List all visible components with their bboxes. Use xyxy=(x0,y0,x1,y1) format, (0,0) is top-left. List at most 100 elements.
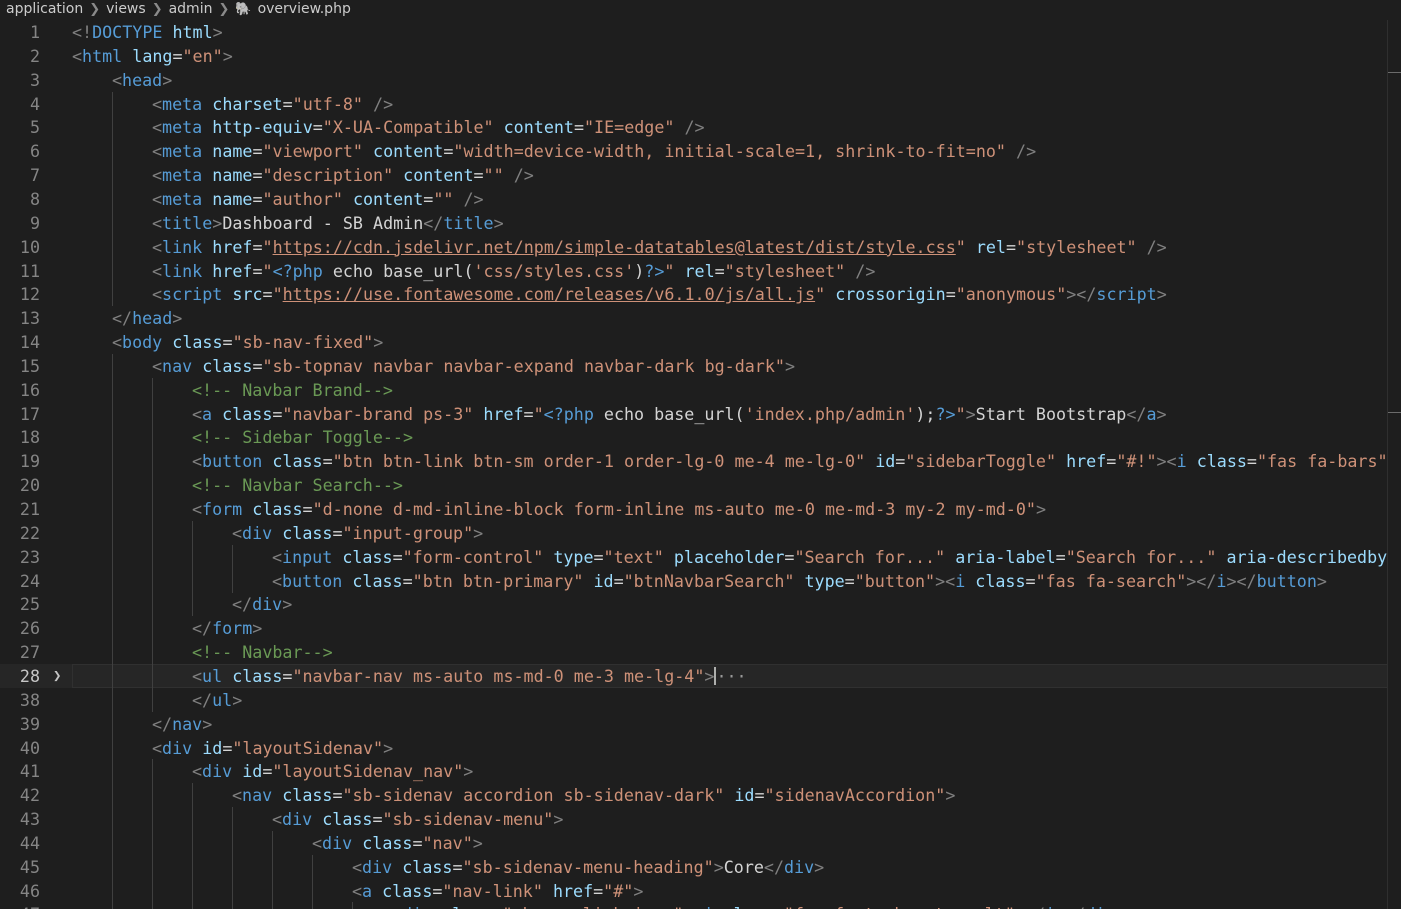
vertical-scrollbar[interactable] xyxy=(1387,20,1401,909)
code-line[interactable]: 10 <link href="https://cdn.jsdelivr.net/n… xyxy=(0,234,1388,259)
code-line[interactable]: 9 <title>Dashboard - SB Admin</title> xyxy=(0,210,1388,235)
breadcrumb-item-application[interactable]: application xyxy=(6,1,83,17)
token-br: </ xyxy=(192,618,213,639)
token-str: "stylesheet" xyxy=(724,260,846,281)
code-line[interactable]: 27 <!-- Navbar--> xyxy=(0,640,1388,665)
code-line[interactable]: 3 <head> xyxy=(0,68,1388,92)
line-number: 16 xyxy=(19,379,40,400)
code-text: <script src="https://use.fontawesome.com… xyxy=(152,282,1167,306)
token-php: <?php xyxy=(272,260,323,281)
code-line[interactable]: 28 ❯ <ul class="navbar-nav ms-auto ms-md-0… xyxy=(0,663,1388,688)
token-br: < xyxy=(272,546,283,567)
chevron-right-icon[interactable]: ❯ xyxy=(53,664,61,688)
breadcrumb-file[interactable]: overview.php xyxy=(258,1,351,17)
code-line[interactable]: 13 </head> xyxy=(0,306,1388,330)
token-attr: placeholder xyxy=(673,546,785,567)
code-text: <div class="nav"> xyxy=(312,831,483,855)
token-php: ?> xyxy=(644,260,665,281)
token-str: "btn btn-link btn-sm order-1 order-lg-0 … xyxy=(332,451,866,472)
code-line[interactable]: 26 </form> xyxy=(0,616,1388,641)
code-line[interactable]: 15 <nav class="sb-topnav navbar navbar-ex… xyxy=(0,353,1388,378)
token-tag: div xyxy=(362,856,393,877)
code-line[interactable]: 6 <meta name="viewport" content="width=de… xyxy=(0,139,1388,164)
code-line[interactable]: 7 <meta name="description" content="" /> xyxy=(0,163,1388,188)
token-attr: class xyxy=(402,856,453,877)
indent-guide xyxy=(232,854,233,879)
token-txt: = xyxy=(443,141,454,162)
code-line[interactable]: 44 <div class="nav"> xyxy=(0,830,1388,855)
code-line[interactable]: 1 <!DOCTYPE html> xyxy=(0,20,1388,44)
token-attr: content xyxy=(403,165,474,186)
code-editor[interactable]: 1 <!DOCTYPE html> 2 <html lang="en"> 3 <head>… xyxy=(0,20,1388,909)
token-url[interactable]: https://cdn.jsdelivr.net/npm/simple-data… xyxy=(273,237,956,257)
code-line[interactable]: 24 <button class="btn btn-primary" id="bt… xyxy=(0,568,1388,593)
token-txt: = xyxy=(322,451,333,472)
indent-guide xyxy=(112,163,113,188)
token-tag: div xyxy=(242,522,273,543)
token-br: </ xyxy=(112,308,133,329)
code-line[interactable]: 41 <div id="layoutSidenav_nav"> xyxy=(0,759,1388,784)
token-br: > xyxy=(713,856,724,877)
code-text: <form class="d-none d-md-inline-block fo… xyxy=(192,497,1046,521)
code-line[interactable]: 23 <input class="form-control" type="text… xyxy=(0,544,1388,569)
code-line[interactable]: 38 </ul> xyxy=(0,687,1388,712)
code-line[interactable]: 11 <link href="<?php echo base_url('css/s… xyxy=(0,258,1388,283)
code-line[interactable]: 40 <div id="layoutSidenav"> xyxy=(0,735,1388,760)
indent-guide xyxy=(152,830,153,855)
token-br: </ xyxy=(192,689,213,710)
code-line[interactable]: 5 <meta http-equiv="X-UA-Compatible" cont… xyxy=(0,115,1388,140)
token-str: "btnNavbarSearch" xyxy=(623,570,795,591)
token-url[interactable]: https://use.fontawesome.com/releases/v6.… xyxy=(283,284,815,304)
code-line[interactable]: 46 <a class="nav-link" href="#"> xyxy=(0,878,1388,903)
indent-guide xyxy=(112,91,113,116)
token-txt: = xyxy=(332,785,343,806)
code-line[interactable]: 14 <body class="sb-nav-fixed"> xyxy=(0,330,1388,354)
code-line[interactable]: 12 <script src="https://use.fontawesome.c… xyxy=(0,282,1388,307)
token-attr: aria-label xyxy=(955,546,1056,567)
code-line[interactable]: 2 <html lang="en"> xyxy=(0,44,1388,68)
token-attr: class xyxy=(252,499,303,519)
code-line[interactable]: 22 <div class="input-group"> xyxy=(0,520,1388,545)
code-line[interactable]: 16 <!-- Navbar Brand--> xyxy=(0,377,1388,402)
token-str: "fas fa-bars" xyxy=(1256,451,1388,472)
token-tag: a xyxy=(362,880,373,901)
token-br: > xyxy=(202,713,213,734)
token-txt: = xyxy=(172,45,183,66)
token-str: "X-UA-Compatible" xyxy=(322,117,494,138)
indent-guide xyxy=(112,902,113,909)
token-br: /> xyxy=(855,260,876,281)
code-line[interactable]: 43 <div class="sb-sidenav-menu"> xyxy=(0,807,1388,832)
breadcrumb-item-views[interactable]: views xyxy=(106,1,146,17)
indent-guide xyxy=(192,878,193,903)
token-tag: form xyxy=(202,499,243,519)
code-line[interactable]: 25 </div> xyxy=(0,592,1388,617)
code-line[interactable]: 4 <meta charset="utf-8" /> xyxy=(0,91,1388,116)
code-text: <body class="sb-nav-fixed"> xyxy=(112,330,383,354)
code-line[interactable]: 39 </nav> xyxy=(0,711,1388,736)
token-br: > xyxy=(473,522,484,543)
code-line[interactable]: 45 <div class="sb-sidenav-menu-heading">C… xyxy=(0,854,1388,879)
token-attr: class xyxy=(352,570,403,591)
code-text: <title>Dashboard - SB Admin</title> xyxy=(152,211,504,235)
code-line[interactable]: 42 <nav class="sb-sidenav accordion sb-si… xyxy=(0,783,1388,808)
token-br: > xyxy=(704,665,715,686)
breadcrumb-item-admin[interactable]: admin xyxy=(169,1,213,17)
code-text: <div class="input-group"> xyxy=(232,521,483,545)
token-com: <!-- Navbar Search--> xyxy=(192,475,403,496)
token-br: < xyxy=(152,188,163,209)
code-line[interactable]: 18 <!-- Sidebar Toggle--> xyxy=(0,425,1388,450)
code-line[interactable]: 20 <!-- Navbar Search--> xyxy=(0,473,1388,498)
code-line[interactable]: 17 <a class="navbar-brand ps-3" href="<?p… xyxy=(0,401,1388,426)
code-line[interactable]: 19 <button class="btn btn-link btn-sm ord… xyxy=(0,449,1388,474)
code-line[interactable]: 8 <meta name="author" content="" /> xyxy=(0,186,1388,211)
code-line[interactable]: 21 <form class="d-none d-md-inline-block … xyxy=(0,497,1388,521)
code-line[interactable]: 47<div class="sb-nav-link-icon"><i class… xyxy=(0,902,1388,909)
token-br: > xyxy=(1156,403,1167,424)
